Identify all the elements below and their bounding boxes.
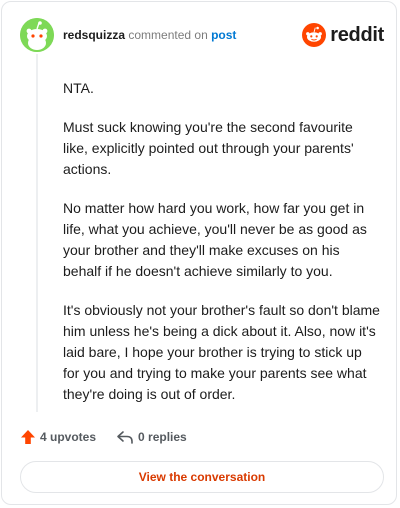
upvote-button[interactable]: 4 upvotes — [20, 429, 96, 445]
thread-line — [36, 54, 38, 412]
reddit-logo-icon — [302, 23, 327, 47]
comment-header: redsquizza commented on post reddit — [20, 18, 384, 52]
snoo-avatar-icon[interactable] — [20, 18, 54, 52]
reply-button[interactable]: 0 replies — [116, 429, 187, 445]
snoo-avatar-icon-graphic — [20, 18, 54, 52]
view-conversation-button[interactable]: View the conversation — [20, 461, 384, 493]
username-link[interactable]: redsquizza — [63, 28, 125, 42]
comment-paragraph: No matter how hard you work, how far you… — [63, 200, 367, 279]
reddit-logo[interactable]: reddit — [302, 22, 384, 48]
commented-on-text: commented on — [128, 28, 208, 42]
upvote-arrow-icon — [21, 430, 35, 444]
comment-paragraph: It's obviously not your brother's fault … — [63, 302, 380, 402]
reply-arrow-icon — [117, 431, 133, 444]
upvotes-count: 4 upvotes — [40, 430, 97, 444]
post-link[interactable]: post — [211, 28, 236, 42]
replies-count: 0 replies — [138, 430, 187, 444]
comment-paragraph: Must suck knowing you're the second favo… — [63, 119, 354, 177]
comment-embed-card: redsquizza commented on post reddit NTA.… — [1, 1, 397, 505]
comment-actions: 4 upvotes 0 replies — [20, 427, 207, 447]
comment-paragraph: NTA. — [63, 80, 94, 96]
reddit-wordmark: reddit — [330, 23, 384, 46]
comment-attribution: redsquizza commented on post — [63, 27, 236, 43]
comment-body: NTA. Must suck knowing you're the second… — [63, 78, 381, 423]
